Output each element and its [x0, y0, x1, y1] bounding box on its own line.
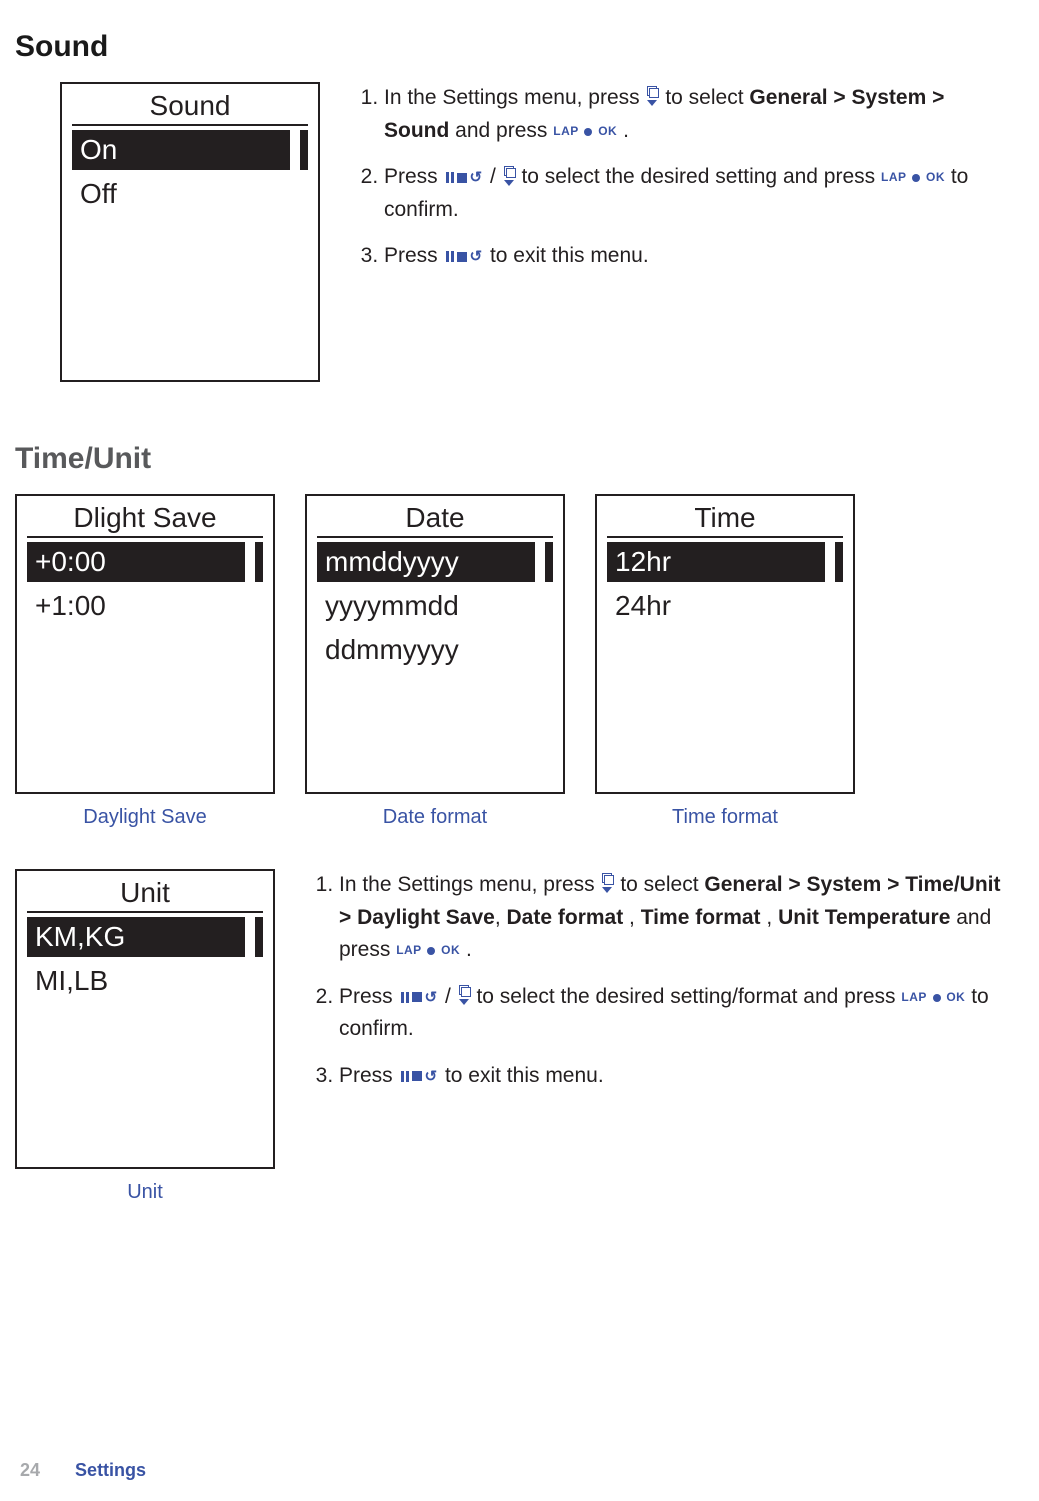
unit-caption: Unit: [127, 1181, 163, 1204]
date-option-0: mmddyyyy: [317, 542, 553, 582]
date-option-1: yyyymmdd: [317, 586, 553, 626]
time-option-0: 12hr: [607, 542, 843, 582]
date-title: Date: [317, 502, 553, 534]
page-down-icon: [647, 86, 657, 106]
sound-option-off: Off: [72, 174, 308, 214]
sound-screen: Sound On Off: [60, 82, 320, 382]
dlight-save-screen: Dlight Save +0:00 +1:00: [15, 494, 275, 794]
time-title: Time: [607, 502, 843, 534]
page-down-icon: [504, 166, 514, 186]
dlight-option-1: +1:00: [27, 586, 263, 626]
sound-step-3: Press ↺ to exit this menu.: [384, 240, 1009, 273]
lap-ok-icon: LAP OK: [553, 124, 617, 138]
timeunit-step-3: Press ↺ to exit this menu.: [339, 1060, 1009, 1093]
timeunit-heading: Time/Unit: [15, 442, 1009, 476]
dlight-caption: Daylight Save: [83, 806, 206, 829]
back-icon: ↺: [401, 990, 438, 1005]
lap-ok-icon: LAP OK: [881, 170, 945, 184]
back-icon: ↺: [401, 1069, 438, 1084]
date-screen: Date mmddyyyy yyyymmdd ddmmyyyy: [305, 494, 565, 794]
unit-option-1: MI,LB: [27, 961, 263, 1001]
lap-ok-icon: LAP OK: [901, 990, 965, 1004]
time-screen: Time 12hr 24hr: [595, 494, 855, 794]
unit-option-0: KM,KG: [27, 917, 263, 957]
dlight-option-0: +0:00: [27, 542, 263, 582]
back-icon: ↺: [446, 249, 483, 264]
date-option-2: ddmmyyyy: [317, 630, 553, 670]
page-down-icon: [602, 873, 612, 893]
timeunit-step-2: Press ↺ / to select the desired setting/…: [339, 981, 1009, 1046]
sound-instructions: In the Settings menu, press to select Ge…: [360, 82, 1009, 287]
unit-title: Unit: [27, 877, 263, 909]
footer-label: Settings: [75, 1460, 146, 1480]
timeunit-step-1: In the Settings menu, press to select Ge…: [339, 869, 1009, 967]
sound-step-2: Press ↺ / to select the desired setting …: [384, 161, 1009, 226]
dlight-save-title: Dlight Save: [27, 502, 263, 534]
sound-screen-title: Sound: [72, 90, 308, 122]
page-down-icon: [459, 985, 469, 1005]
page-number: 24: [20, 1460, 40, 1480]
sound-step-1: In the Settings menu, press to select Ge…: [384, 82, 1009, 147]
time-option-1: 24hr: [607, 586, 843, 626]
date-caption: Date format: [383, 806, 487, 829]
lap-ok-icon: LAP OK: [396, 943, 460, 957]
sound-option-on: On: [72, 130, 308, 170]
page-footer: 24 Settings: [20, 1460, 146, 1481]
back-icon: ↺: [446, 170, 483, 185]
time-caption: Time format: [672, 806, 778, 829]
unit-screen: Unit KM,KG MI,LB: [15, 869, 275, 1169]
timeunit-instructions: In the Settings menu, press to select Ge…: [315, 869, 1009, 1106]
sound-heading: Sound: [15, 30, 1009, 64]
